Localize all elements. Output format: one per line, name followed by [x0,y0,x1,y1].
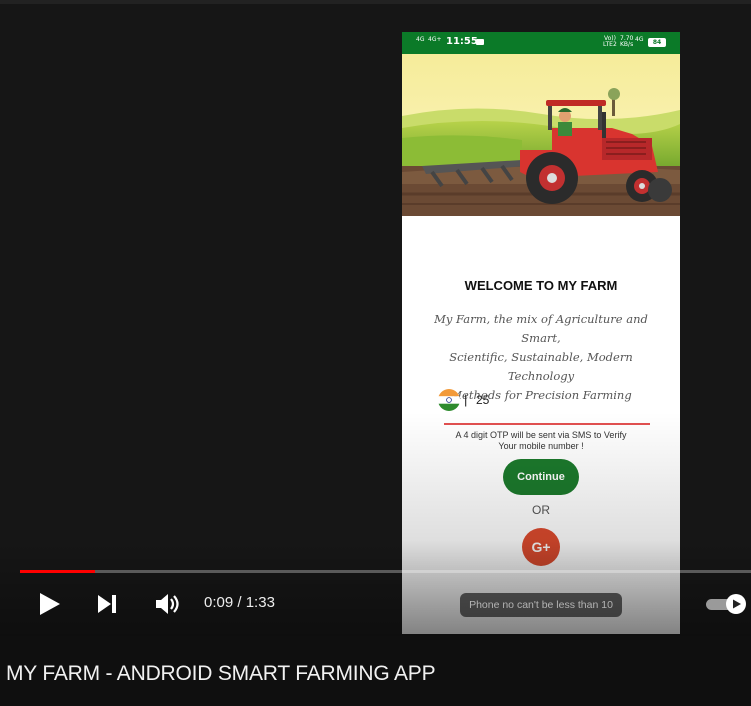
android-status-bar: 4G 4G+ 11:55 Vo)) LTE2 7.70 KB/s 4G 84 [402,32,680,54]
video-title: MY FARM - ANDROID SMART FARMING APP [6,662,436,685]
or-divider-text: OR [532,503,550,517]
time-current: 0:09 [204,594,234,611]
phone-screen: 4G 4G+ 11:55 Vo)) LTE2 7.70 KB/s 4G 84 W… [402,32,680,634]
otp-note-line: A 4 digit OTP will be sent via SMS to Ve… [455,430,627,440]
continue-button[interactable]: Continue [503,459,579,495]
status-time: 11:55 [446,36,478,47]
input-underline [444,423,650,425]
progress-played [20,570,95,573]
mobile-number-input[interactable] [476,389,646,411]
tagline-line: Scientific, Sustainable, Modern Technolo… [449,350,633,383]
otp-note: A 4 digit OTP will be sent via SMS to Ve… [442,430,640,452]
play-icon[interactable] [36,590,64,618]
time-display: 0:09 / 1:33 [204,594,275,611]
time-total: 1:33 [245,594,275,611]
autoplay-toggle-icon[interactable] [706,593,746,615]
hero-image [402,54,680,216]
otp-note-line: Your mobile number ! [498,441,584,451]
toast-message: Phone no can't be less than 10 [460,593,622,617]
video-record-icon [476,39,484,45]
tagline-line: My Farm, the mix of Agriculture and Smar… [434,312,648,345]
player-top-edge [0,0,751,4]
india-flag-icon[interactable] [438,389,460,411]
video-player[interactable]: 4G 4G+ 11:55 Vo)) LTE2 7.70 KB/s 4G 84 W… [0,0,751,636]
network-indicator-2: 4G+ [428,36,442,43]
progress-bar[interactable] [20,570,751,573]
next-icon[interactable] [94,590,122,618]
welcome-title: WELCOME TO MY FARM [464,278,618,293]
network-indicator-1: 4G [416,36,425,43]
country-code-divider: | [464,392,468,407]
tractor-illustration [402,54,680,216]
volume-icon[interactable] [152,590,180,618]
battery-icon: 84 [648,38,666,47]
time-separator: / [233,594,246,611]
data-speed-unit: KB/s [620,41,634,48]
network-type: 4G [635,36,644,43]
google-plus-icon[interactable]: G+ [522,528,560,566]
lte-indicator: LTE2 [603,41,617,48]
